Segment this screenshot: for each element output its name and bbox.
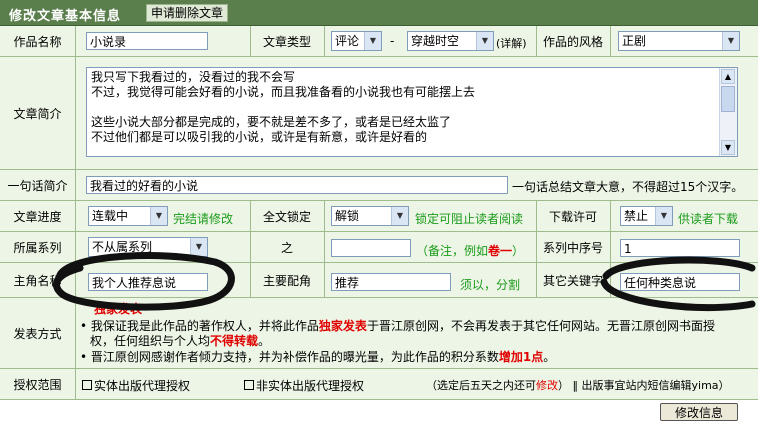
type-select-1[interactable]: 评论 ▼	[331, 31, 382, 51]
label-download: 下载许可	[548, 209, 597, 224]
row-series: 所属系列 不从属系列 ▼ 之 （备注，例如卷一） 系列中序号 1	[0, 232, 758, 263]
style-select[interactable]: 正剧 ▼	[618, 31, 740, 51]
series-select[interactable]: 不从属系列 ▼	[88, 237, 208, 257]
work-name-input[interactable]: 小说录	[86, 32, 208, 50]
label-protagonist: 主角名称	[13, 273, 62, 288]
label-publish: 发表方式	[13, 326, 62, 341]
row-characters: 主角名称 我个人推荐息说 主要配角 推荐 须以，分割 其它关键字 任何种类息说	[0, 263, 758, 298]
label-license: 授权范围	[13, 377, 62, 392]
label-series: 所属系列	[13, 240, 62, 255]
chevron-down-icon: ▼	[190, 238, 207, 256]
lock-note: 锁定可阻止读者阅读	[415, 212, 524, 226]
summary-line: 不过，我觉得可能会好看的小说，而且我准备看的小说我也有可能摆上去	[91, 85, 476, 99]
progress-note: 完结请修改	[173, 212, 234, 226]
scroll-thumb[interactable]	[721, 86, 735, 112]
license-note: （选定后五天之内还可修改） ‖ 出版事宜站内短信编辑yima）	[426, 379, 730, 392]
one-line-input[interactable]: 我看过的好看的小说	[86, 176, 508, 194]
series-no-input[interactable]: 1	[620, 239, 740, 257]
row-work-name: 作品名称 小说录 文章类型 评论 ▼ - 穿越时空 ▼ (详解) 作品的风格 正剧 ▼	[0, 26, 758, 57]
download-note: 供读者下载	[678, 212, 739, 226]
lock-select[interactable]: 解锁 ▼	[331, 206, 409, 226]
label-supporting: 主要配角	[262, 273, 311, 288]
row-license: 授权范围 实体出版代理授权 非实体出版代理授权 （选定后五天之内还可修改） ‖ …	[0, 369, 758, 400]
chevron-down-icon: ▼	[364, 32, 381, 50]
row-publish: 发表方式 独家发表 • 我保证我是此作品的著作权人，并将此作品独家发表于晋江原创…	[0, 298, 758, 369]
supporting-note: 须以，分割	[460, 278, 521, 292]
label-zhi: 之	[280, 240, 293, 255]
supporting-input[interactable]: 推荐	[331, 273, 451, 291]
type-select-2[interactable]: 穿越时空 ▼	[407, 31, 494, 51]
summary-textarea[interactable]: 我只写下我看过的，没看过的我不会写 不过，我觉得可能会好看的小说，而且我准备看的…	[86, 67, 738, 157]
publish-exclusive-label: 独家发表	[94, 302, 143, 316]
summary-line	[91, 100, 733, 115]
publish-bullet-2: • 晋江原创网感谢作者倾力支持，并为补偿作品的曝光量，为此作品的积分系数增加1点…	[80, 350, 556, 364]
download-select[interactable]: 禁止 ▼	[620, 206, 673, 226]
license-option-1[interactable]: 实体出版代理授权	[82, 377, 190, 394]
label-summary: 文章简介	[13, 106, 62, 121]
label-series-no: 系列中序号	[542, 240, 603, 255]
chevron-down-icon: ▼	[476, 32, 493, 50]
summary-line: 我只写下我看过的，没看过的我不会写	[91, 70, 296, 84]
scroll-down-icon[interactable]: ▼	[721, 140, 735, 155]
checkbox[interactable]	[244, 380, 254, 390]
label-progress: 文章进度	[13, 209, 62, 224]
row-progress: 文章进度 连载中 ▼ 完结请修改 全文锁定 解锁 ▼ 锁定可阻止读者阅读 下载许可 …	[0, 201, 758, 232]
type-separator: -	[390, 34, 395, 48]
page-header: 修改文章基本信息 申请删除文章	[0, 0, 758, 26]
one-line-note: 一句话总结文章大意，不得超过15个汉字。	[512, 180, 744, 194]
zhi-input[interactable]	[331, 239, 411, 257]
chevron-down-icon: ▼	[655, 207, 672, 225]
label-full-lock: 全文锁定	[262, 209, 311, 224]
submit-button[interactable]: 修改信息	[660, 403, 738, 421]
label-style: 作品的风格	[542, 34, 603, 49]
page-title: 修改文章基本信息	[9, 9, 122, 24]
summary-scrollbar[interactable]: ▲ ▼	[719, 68, 737, 156]
protagonist-input[interactable]: 我个人推荐息说	[88, 273, 208, 291]
row-summary: 文章简介 我只写下我看过的，没看过的我不会写 不过，我觉得可能会好看的小说，而且…	[0, 57, 758, 170]
zhi-note: （备注，例如卷一）	[416, 244, 525, 258]
summary-line: 不过他们都是可以吸引我的小说，或许是有新意，或许是好看的	[91, 130, 428, 144]
chevron-down-icon: ▼	[150, 207, 167, 225]
type-detail-link[interactable]: (详解)	[496, 35, 527, 51]
row-one-line: 一句话简介 我看过的好看的小说 一句话总结文章大意，不得超过15个汉字。	[0, 170, 758, 201]
progress-select[interactable]: 连载中 ▼	[88, 206, 168, 226]
label-keywords: 其它关键字	[542, 273, 603, 288]
scroll-up-icon[interactable]: ▲	[721, 69, 735, 84]
chevron-down-icon: ▼	[722, 32, 739, 50]
label-article-type: 文章类型	[262, 34, 311, 49]
license-option-2[interactable]: 非实体出版代理授权	[244, 377, 364, 394]
checkbox[interactable]	[82, 380, 92, 390]
summary-line: 这些小说大部分都是完成的，要不就是差不多了，或者是已经太监了	[91, 115, 452, 129]
publish-bullet-1-cont: 权，任何组织与个人均不得转载。	[90, 334, 271, 348]
keywords-input[interactable]: 任何种类息说	[620, 273, 740, 291]
chevron-down-icon: ▼	[391, 207, 408, 225]
label-work-name: 作品名称	[13, 34, 62, 49]
delete-article-link[interactable]: 申请删除文章	[146, 4, 229, 22]
label-one-line: 一句话简介	[7, 178, 68, 193]
